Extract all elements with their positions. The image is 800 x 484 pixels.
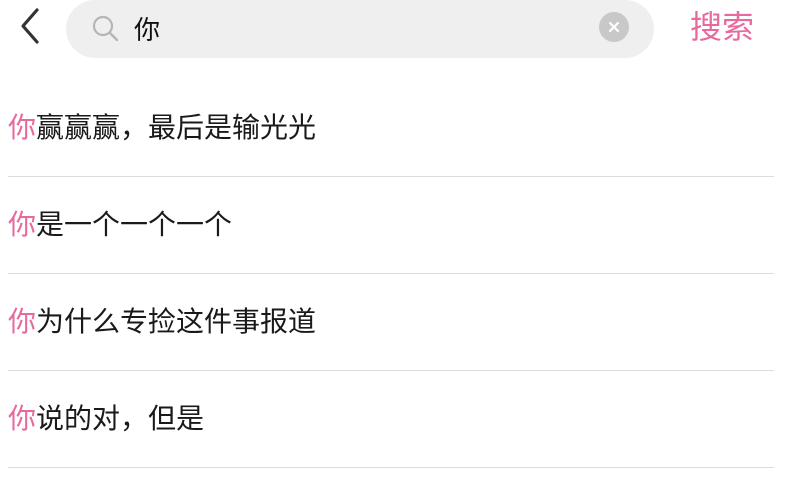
chevron-left-icon [21,8,39,44]
search-box[interactable] [66,0,654,58]
search-input[interactable] [134,10,594,46]
suggestion-rest: 为什么专捡这件事报道 [36,305,317,338]
suggestion-rest: 说的对，但是 [36,402,205,435]
matched-keyword: 你 [8,305,37,338]
suggestion-item[interactable]: 你为什么专捡这件事报道 [8,274,774,371]
search-screen: 搜索 你赢赢赢，最后是输光光 你是一个一个一个 你为什么专捡这件事报道 你说的对… [0,0,800,484]
suggestion-rest: 赢赢赢，最后是输光光 [36,111,317,144]
suggestion-item[interactable]: 你说的对，但是 [8,371,774,468]
suggestion-rest: 是一个一个一个 [36,208,233,241]
matched-keyword: 你 [8,208,37,241]
suggestion-text: 你说的对，但是 [8,401,204,437]
suggestion-list: 你赢赢赢，最后是输光光 你是一个一个一个 你为什么专捡这件事报道 你说的对，但是 [8,80,774,468]
search-button[interactable]: 搜索 [690,4,754,50]
search-icon [92,15,119,42]
suggestion-text: 你是一个一个一个 [8,207,232,243]
matched-keyword: 你 [8,402,37,435]
suggestion-item[interactable]: 你赢赢赢，最后是输光光 [8,80,774,177]
clear-button[interactable] [599,12,629,42]
suggestion-text: 你为什么专捡这件事报道 [8,304,316,340]
top-bar: 搜索 [0,0,800,60]
suggestion-text: 你赢赢赢，最后是输光光 [8,110,316,146]
matched-keyword: 你 [8,111,37,144]
back-button[interactable] [10,6,50,46]
clear-icon [608,21,620,33]
suggestion-item[interactable]: 你是一个一个一个 [8,177,774,274]
